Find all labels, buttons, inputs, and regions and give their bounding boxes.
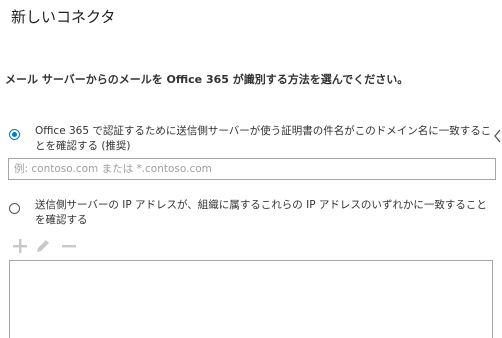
plus-icon[interactable] — [12, 238, 28, 254]
certificate-radio[interactable] — [9, 129, 20, 140]
instruction-text: メール サーバーからのメールを Office 365 が識別する方法を選んでくだ… — [5, 73, 409, 86]
ip-address-option-label[interactable]: 送信側サーバーの IP アドレスが、組織に属するこれらの IP アドレスのいずれ… — [35, 198, 493, 228]
pencil-icon[interactable] — [35, 238, 51, 254]
certificate-option-label[interactable]: Office 365 で認証するために送信側サーバーが使う証明書の件名がこのドメ… — [35, 124, 493, 154]
ip-address-list[interactable] — [9, 260, 493, 338]
chevron-left-icon[interactable] — [493, 129, 502, 143]
domain-input[interactable] — [8, 158, 496, 180]
ip-address-radio[interactable] — [9, 203, 20, 214]
minus-icon[interactable] — [61, 238, 77, 254]
page-title: 新しいコネクタ — [11, 8, 116, 26]
